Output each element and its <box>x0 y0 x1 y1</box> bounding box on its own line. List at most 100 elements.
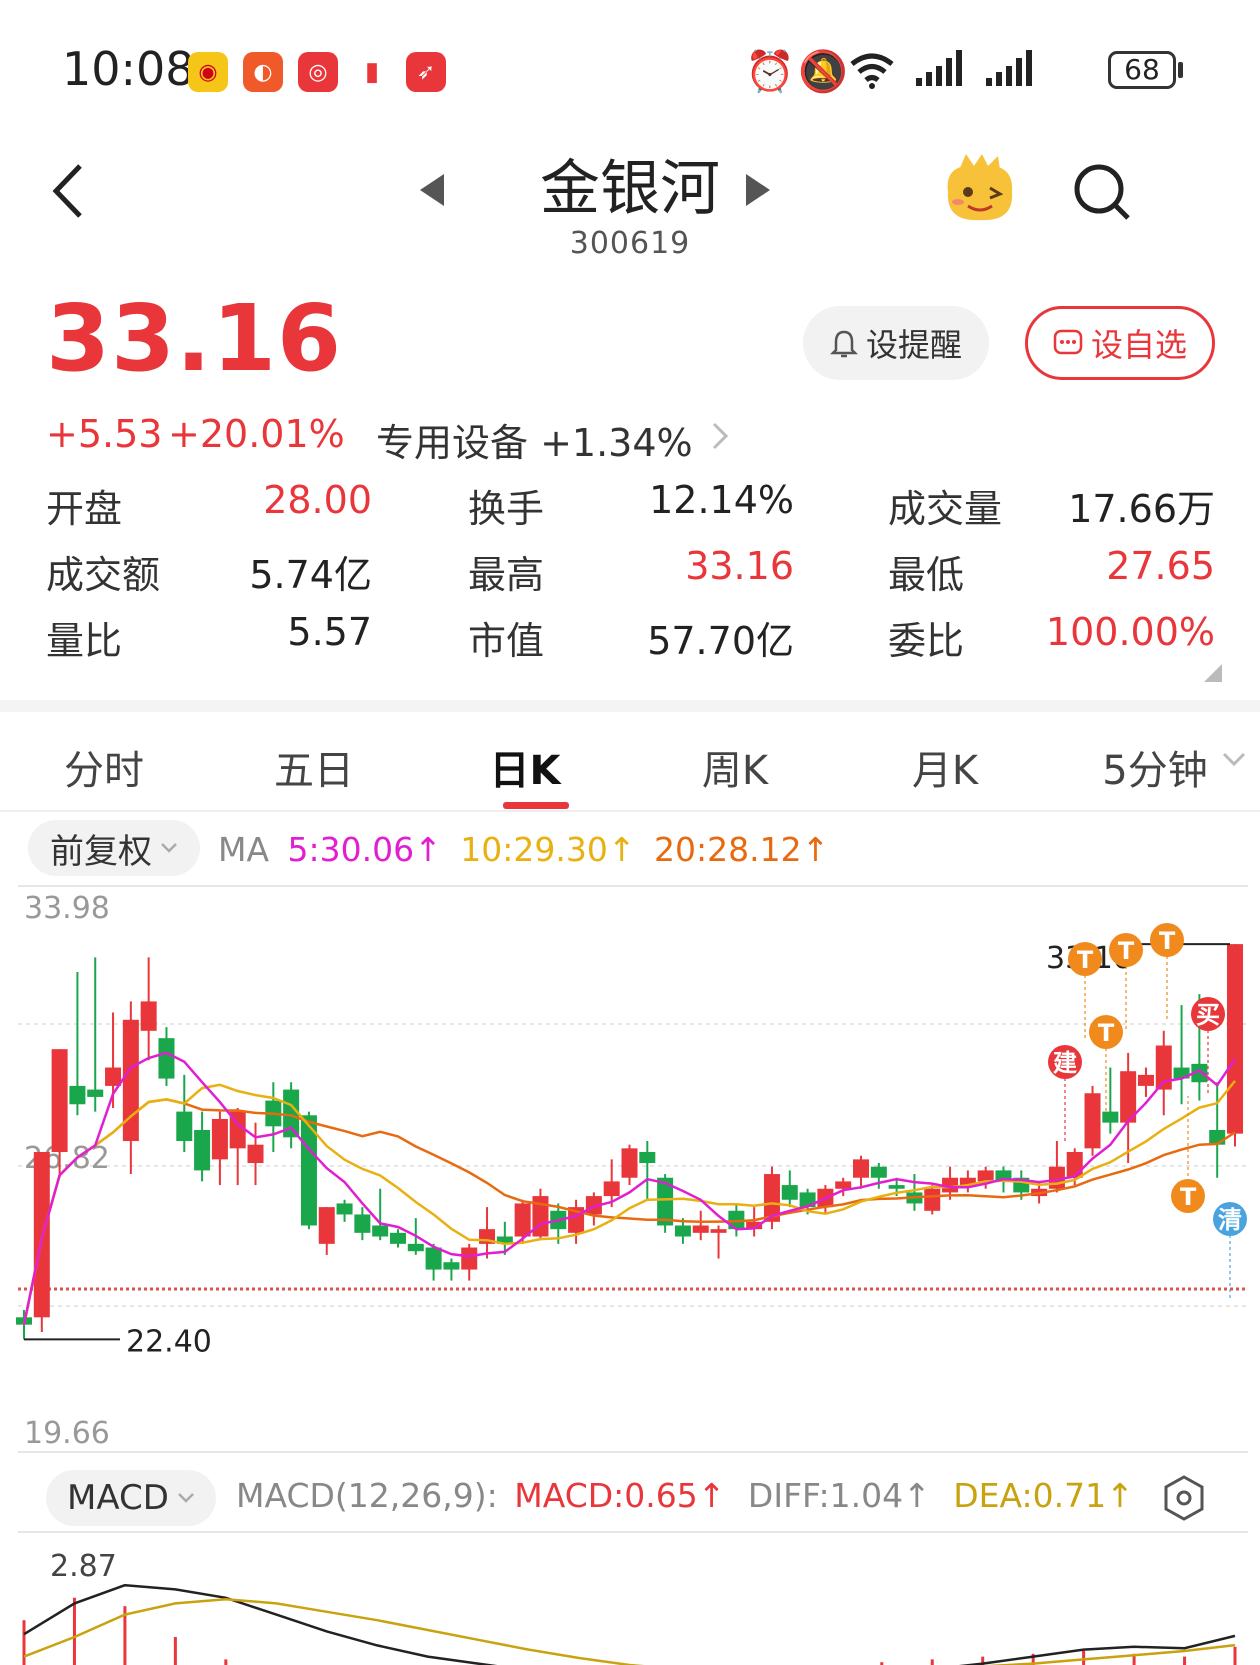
ma5-value: 5:30.06↑ <box>287 830 442 869</box>
ma20-value: 20:28.12↑ <box>654 830 830 869</box>
dea-value: DEA:0.71↑ <box>953 1476 1134 1515</box>
indicator-dropdown[interactable]: MACD <box>46 1470 216 1526</box>
stat-value: 28.00 <box>263 478 372 522</box>
signal-badge-label: T <box>1159 927 1176 955</box>
signal-icon-2 <box>986 50 1032 86</box>
alarm-icon: ⏰ <box>745 49 795 95</box>
candle-body <box>211 1118 228 1160</box>
candle-body <box>710 1229 727 1233</box>
ma10-value: 10:29.30↑ <box>460 830 636 869</box>
candle-body <box>194 1129 211 1171</box>
candle-body <box>1227 944 1243 1134</box>
diff-line <box>23 1583 1236 1665</box>
stat-value: 5.57 <box>287 610 372 654</box>
tab-4[interactable]: 周K <box>645 738 825 796</box>
battery-indicator: 68 <box>1108 51 1176 89</box>
tab-6[interactable]: 5分钟 <box>1065 738 1245 796</box>
candle-body <box>1102 1111 1119 1123</box>
stat-label: 换手 <box>468 487 545 531</box>
candle-body <box>105 1067 122 1086</box>
price-change: +5.53 <box>46 412 163 456</box>
search-icon[interactable] <box>1072 162 1132 222</box>
signal-badge-label: T <box>1118 937 1135 965</box>
candle-body <box>425 1247 442 1270</box>
stat-value: 27.65 <box>1106 544 1215 588</box>
macd-value: MACD:0.65↑ <box>514 1476 726 1515</box>
candle-body <box>514 1203 531 1237</box>
low-price-label: 22.40 <box>126 1324 212 1359</box>
chevron-down-icon <box>178 1493 194 1503</box>
stat-value: 57.70亿 <box>647 619 794 663</box>
expand-corner-icon[interactable] <box>1204 664 1222 682</box>
stat-value: 12.14% <box>649 478 794 522</box>
signal-badge-label: 建 <box>1053 1049 1077 1077</box>
weibo-icon: ◉ <box>188 52 228 92</box>
current-price: 33.16 <box>46 285 343 392</box>
candle-body <box>692 1225 709 1233</box>
app-icon-1: ◐ <box>243 52 283 92</box>
set-alert-button[interactable]: 设提醒 <box>803 306 989 380</box>
stat-value: 5.74亿 <box>249 553 372 597</box>
macd-chart[interactable]: 2.87 <box>0 1530 1260 1665</box>
stock-app-icon: ▮ <box>352 52 392 92</box>
macd-tick-label: 2.87 <box>50 1549 117 1584</box>
mascot-icon[interactable] <box>940 152 1020 226</box>
candle-body <box>835 1181 852 1189</box>
signal-icon <box>916 50 962 86</box>
chevron-down-icon[interactable] <box>1222 752 1246 768</box>
tab-3[interactable]: 日K <box>435 738 615 796</box>
wifi-icon <box>850 53 894 89</box>
stat-label: 最低 <box>888 553 965 597</box>
candle-body <box>924 1188 941 1211</box>
candle-body <box>336 1203 353 1215</box>
chevron-down-icon <box>161 843 177 853</box>
candle-body <box>158 1038 175 1079</box>
hexagon-settings-icon[interactable] <box>1162 1474 1206 1522</box>
adjust-dropdown[interactable]: 前复权 <box>28 820 200 876</box>
diff-value: DIFF:1.04↑ <box>747 1476 931 1515</box>
clock: 10:08 <box>62 42 195 96</box>
candle-body <box>621 1148 638 1178</box>
y-tick-label: 19.66 <box>24 1416 110 1451</box>
stat-label: 委比 <box>888 619 965 663</box>
candle-body <box>674 1225 691 1237</box>
tab-5[interactable]: 月K <box>855 738 1035 796</box>
candle-body <box>603 1181 620 1197</box>
kline-chart[interactable]: 33.9826.8219.6633.1622.40TTTT建买T清 <box>0 884 1260 1454</box>
tab-2[interactable]: 五日 <box>224 738 404 796</box>
candle-body <box>247 1144 264 1164</box>
stat-value: 17.66万 <box>1068 487 1215 531</box>
ma-prefix: MA <box>218 830 270 869</box>
status-bar: 10:08 ◉ ◐ ◎ ▮ ➶ ⏰ 🔕 68 <box>0 0 1260 140</box>
signal-badge-label: T <box>1098 1019 1115 1047</box>
candle-body <box>781 1185 798 1200</box>
mute-icon: 🔕 <box>798 49 848 95</box>
ma-legend: MA 5:30.06↑ 10:29.30↑ 20:28.12↑ <box>218 830 829 869</box>
stat-label: 量比 <box>46 619 123 663</box>
candle-body <box>176 1111 193 1142</box>
add-watchlist-button[interactable]: 设自选 <box>1025 306 1215 380</box>
candle-body <box>140 1001 157 1031</box>
stat-label: 成交额 <box>46 553 161 597</box>
candle-body <box>853 1159 870 1178</box>
candle-body <box>372 1225 389 1237</box>
stock-code: 300619 <box>569 226 691 261</box>
sector-change-link[interactable]: 专用设备 +1.34% <box>376 412 693 467</box>
candle-body <box>461 1247 478 1270</box>
stat-label: 开盘 <box>46 487 123 531</box>
candle-body <box>977 1170 994 1182</box>
stat-label: 成交量 <box>888 487 1003 531</box>
chevron-right-icon[interactable] <box>710 420 730 452</box>
candle-body <box>1137 1074 1154 1086</box>
tab-1[interactable]: 分时 <box>14 738 194 796</box>
candle-body <box>389 1232 406 1244</box>
candle-body <box>443 1262 460 1270</box>
signal-badge-label: 清 <box>1218 1206 1242 1234</box>
stat-label: 市值 <box>468 619 545 663</box>
candle-body <box>888 1185 905 1189</box>
candle-body <box>870 1166 887 1178</box>
triangle-right-icon[interactable] <box>744 172 772 208</box>
app-icon-3: ➶ <box>406 52 446 92</box>
candle-body <box>1066 1152 1083 1178</box>
macd-params: MACD(12,26,9): <box>236 1476 498 1515</box>
